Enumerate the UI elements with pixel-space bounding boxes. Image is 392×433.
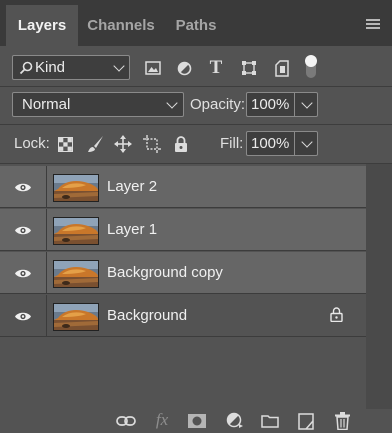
new-layer-icon[interactable]: [297, 412, 315, 430]
new-fill-adjustment-layer-icon[interactable]: [226, 412, 244, 430]
layers-list: Layer 2 Layer 1 Background copy Backgrou…: [0, 164, 392, 409]
filter-shape-layers-icon[interactable]: [241, 60, 257, 76]
fill-field[interactable]: 100%: [246, 131, 318, 156]
layer-row-background-copy[interactable]: Background copy: [0, 252, 366, 294]
tab-paths[interactable]: Paths: [166, 5, 226, 46]
lock-transparent-pixels-icon[interactable]: [57, 136, 73, 152]
layer-row-layer-1[interactable]: Layer 1: [0, 209, 366, 251]
tab-channels[interactable]: Channels: [80, 5, 162, 46]
opacity-field[interactable]: 100%: [246, 92, 318, 117]
layer-thumbnail: [53, 174, 99, 202]
link-layers-icon[interactable]: [116, 413, 136, 429]
chevron-down-icon: [113, 60, 125, 72]
panel-menu-icon[interactable]: [366, 19, 380, 29]
layer-thumbnail: [53, 303, 99, 331]
layer-thumbnail: [53, 217, 99, 245]
panel-footer-toolbar: fx: [0, 409, 392, 433]
eye-icon: [15, 269, 31, 277]
layer-name[interactable]: Layer 2: [107, 178, 157, 195]
layer-row-layer-2[interactable]: Layer 2: [0, 166, 366, 208]
add-mask-icon[interactable]: [188, 413, 206, 429]
eye-icon: [15, 183, 31, 191]
new-group-folder-icon[interactable]: [260, 413, 280, 429]
tab-layers[interactable]: Layers: [6, 5, 78, 46]
chevron-down-icon: [301, 97, 313, 109]
visibility-toggle[interactable]: [0, 295, 47, 337]
filter-type-layers-icon[interactable]: T: [207, 57, 225, 78]
blend-mode-value: Normal: [22, 96, 71, 113]
layer-name[interactable]: Background copy: [107, 264, 223, 281]
fill-value[interactable]: 100%: [251, 135, 289, 152]
lock-image-pixels-brush-icon[interactable]: [86, 134, 104, 154]
lock-all-icon[interactable]: [173, 134, 189, 154]
filter-pixel-layers-icon[interactable]: [145, 60, 161, 76]
fill-label: Fill:: [220, 135, 244, 152]
visibility-toggle[interactable]: [0, 166, 47, 208]
filter-adjustment-layers-icon[interactable]: [176, 60, 192, 76]
search-icon: [19, 61, 33, 74]
filter-kind-label: Kind: [35, 59, 66, 76]
blend-mode-dropdown[interactable]: Normal: [12, 92, 184, 117]
layer-style-fx-icon[interactable]: fx: [151, 410, 173, 430]
opacity-value[interactable]: 100%: [251, 96, 289, 113]
lock-position-move-icon[interactable]: [114, 134, 132, 154]
eye-icon: [15, 312, 31, 320]
layer-thumbnail: [53, 260, 99, 288]
layer-lock-icon[interactable]: [330, 307, 343, 327]
visibility-toggle[interactable]: [0, 209, 47, 251]
opacity-label: Opacity:: [190, 96, 246, 113]
layers-scrollbar[interactable]: [366, 164, 392, 409]
lock-label: Lock:: [14, 135, 50, 152]
layer-name[interactable]: Layer 1: [107, 221, 157, 238]
delete-layer-trash-icon[interactable]: [333, 411, 351, 431]
panel-tab-bar: Layers Channels Paths: [0, 0, 392, 46]
filter-toggle-switch[interactable]: [303, 54, 319, 80]
eye-icon: [15, 226, 31, 234]
filter-smart-objects-icon[interactable]: [274, 59, 290, 77]
layer-name[interactable]: Background: [107, 307, 187, 324]
chevron-down-icon: [166, 97, 178, 109]
visibility-toggle[interactable]: [0, 252, 47, 294]
layer-row-background[interactable]: Background: [0, 295, 366, 337]
filter-kind-dropdown[interactable]: Kind: [12, 55, 130, 80]
chevron-down-icon: [301, 136, 313, 148]
lock-artboard-icon[interactable]: [143, 134, 161, 154]
